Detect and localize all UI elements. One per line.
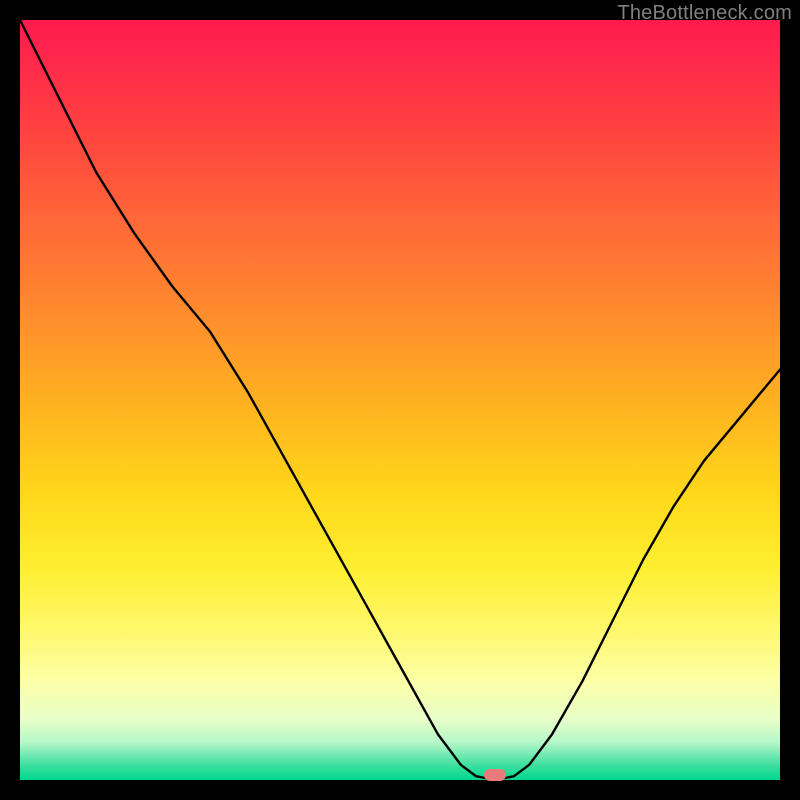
bottleneck-curve <box>20 20 780 780</box>
chart-frame: TheBottleneck.com <box>0 0 800 800</box>
optimum-marker <box>484 769 506 781</box>
plot-area <box>20 20 780 780</box>
